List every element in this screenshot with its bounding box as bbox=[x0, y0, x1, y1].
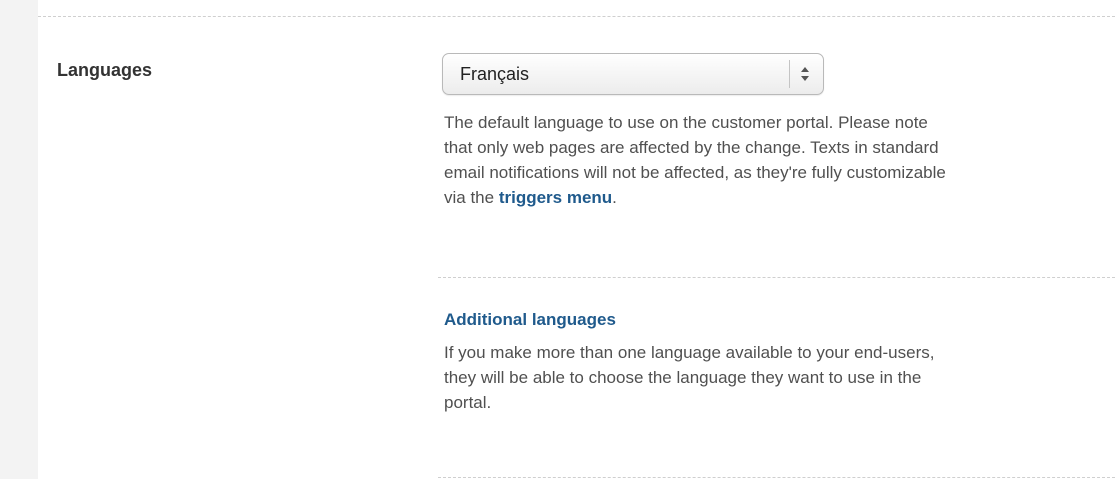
middle-divider bbox=[438, 277, 1115, 278]
description-line: If you make more than one language avail… bbox=[444, 343, 935, 362]
description-text: via the bbox=[444, 188, 499, 207]
default-language-select[interactable]: Français bbox=[442, 53, 824, 95]
description-line: email notifications will not be affected… bbox=[444, 163, 946, 182]
languages-label: Languages bbox=[57, 60, 153, 80]
description-line-with-link: via the triggers menu. bbox=[444, 185, 1114, 210]
up-down-arrows-icon bbox=[801, 67, 809, 81]
description-line: portal. bbox=[444, 393, 492, 412]
top-divider bbox=[38, 16, 1115, 17]
default-language-select-value: Français bbox=[460, 64, 530, 84]
settings-page: Languages Français The default language … bbox=[0, 0, 1115, 479]
select-separator bbox=[789, 60, 790, 88]
description-text: . bbox=[612, 188, 617, 207]
additional-languages-heading: Additional languages bbox=[444, 310, 616, 329]
triggers-menu-link[interactable]: triggers menu bbox=[499, 188, 612, 207]
description-line: that only web pages are affected by the … bbox=[444, 138, 939, 157]
description-line: The default language to use on the custo… bbox=[444, 113, 928, 132]
default-language-description: The default language to use on the custo… bbox=[444, 110, 1114, 210]
description-line: they will be able to choose the language… bbox=[444, 368, 922, 387]
bottom-divider bbox=[438, 477, 1115, 478]
additional-languages-description: If you make more than one language avail… bbox=[444, 340, 1114, 415]
left-rail bbox=[0, 0, 38, 479]
